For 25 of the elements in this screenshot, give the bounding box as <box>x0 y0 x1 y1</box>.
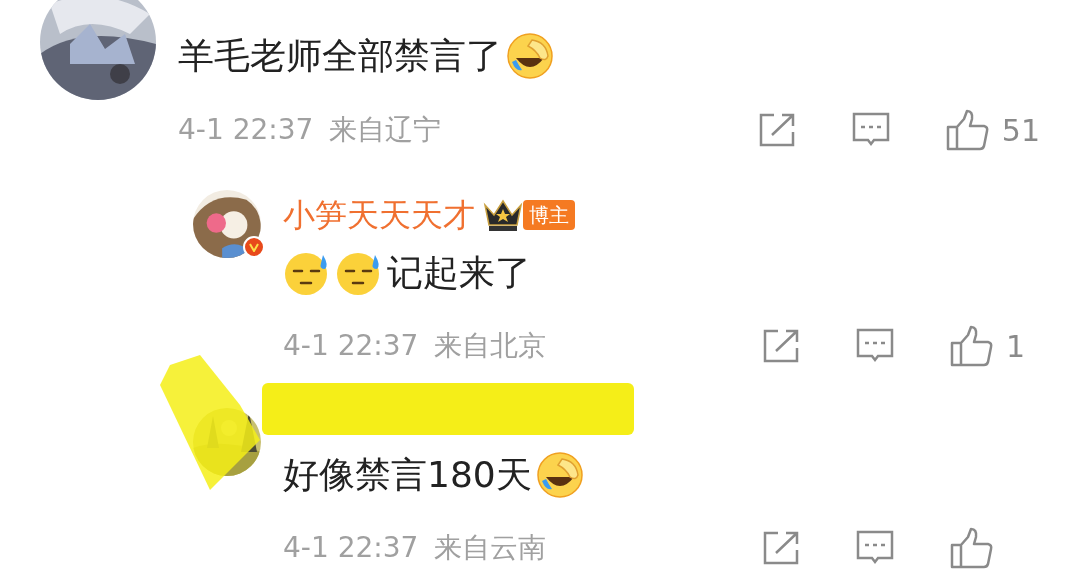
comment-text: 羊毛老师全部禁言了 <box>178 34 502 78</box>
like-count: 51 <box>1001 111 1040 150</box>
share-icon[interactable] <box>757 113 796 147</box>
laughing-crying-emoji-icon <box>535 451 584 499</box>
comment-time: 4-1 22:37 <box>283 530 419 566</box>
thumbs-up-icon[interactable] <box>950 527 994 569</box>
share-icon[interactable] <box>762 531 800 565</box>
username[interactable]: 小笋天天天才 <box>283 191 475 239</box>
comment-location: 来自辽宁 <box>329 112 442 148</box>
thumbs-up-icon[interactable] <box>950 325 994 367</box>
comment-location: 来自云南 <box>434 530 547 566</box>
comment-icon[interactable] <box>856 530 894 566</box>
laughing-crying-emoji-icon <box>506 32 554 80</box>
comment-location: 来自北京 <box>434 328 547 364</box>
comment-time: 4-1 22:37 <box>283 328 419 364</box>
comment-text: 好像禁言180天 <box>283 453 532 497</box>
author-tag: 博主 <box>523 200 575 230</box>
like-count: 1 <box>1006 327 1027 366</box>
comment-icon[interactable] <box>851 112 890 148</box>
comment-icon[interactable] <box>856 328 894 364</box>
comment-text: 记起来了 <box>387 251 531 295</box>
crown-icon <box>483 197 523 233</box>
share-icon[interactable] <box>762 329 800 363</box>
comment-time: 4-1 22:37 <box>178 112 314 148</box>
thumbs-up-icon[interactable] <box>945 109 990 151</box>
